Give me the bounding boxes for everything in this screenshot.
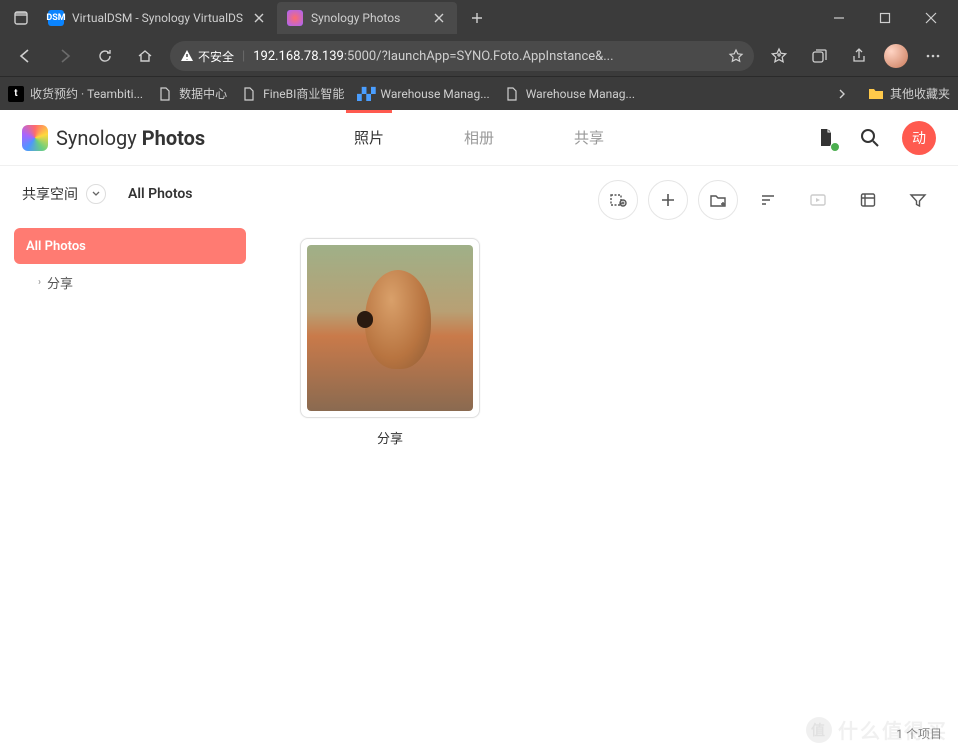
page-icon bbox=[157, 86, 173, 102]
insecure-warning[interactable]: 不安全 bbox=[180, 48, 234, 65]
tab-photos[interactable]: 照片 bbox=[346, 111, 392, 164]
favorite-icon[interactable] bbox=[728, 48, 744, 64]
address-bar-row: 不安全 | 192.168.78.139:5000/?launchApp=SYN… bbox=[0, 36, 958, 76]
url-text: 192.168.78.139:5000/?launchApp=SYNO.Foto… bbox=[253, 49, 720, 64]
bookmark-item[interactable]: Warehouse Manag... bbox=[504, 86, 635, 102]
maximize-button[interactable] bbox=[862, 2, 908, 34]
watermark-badge: 值 bbox=[806, 717, 832, 743]
bookmark-icon: t bbox=[8, 86, 24, 102]
browser-tab-synology-photos[interactable]: Synology Photos bbox=[277, 2, 457, 34]
close-tab-icon[interactable] bbox=[431, 10, 447, 26]
tab-group: DSM VirtualDSM - Synology VirtualDS Syno… bbox=[38, 0, 816, 36]
favicon-dsm: DSM bbox=[48, 10, 64, 26]
new-folder-button[interactable] bbox=[698, 180, 738, 220]
tree-root-all-photos[interactable]: All Photos bbox=[14, 228, 246, 264]
back-button[interactable] bbox=[6, 40, 44, 72]
titlebar: DSM VirtualDSM - Synology VirtualDS Syno… bbox=[0, 0, 958, 36]
tab-list-button[interactable] bbox=[4, 4, 38, 32]
caret-icon: › bbox=[38, 277, 41, 288]
bookmark-item[interactable]: ▞▞Warehouse Manag... bbox=[358, 86, 489, 102]
space-selector-label: 共享空间 bbox=[22, 184, 78, 204]
page-icon bbox=[241, 86, 257, 102]
logo-icon bbox=[22, 125, 48, 151]
thumbnail-image bbox=[307, 245, 473, 411]
share-button[interactable] bbox=[840, 40, 878, 72]
browser-tab-virtualdsm[interactable]: DSM VirtualDSM - Synology VirtualDS bbox=[38, 2, 277, 34]
bookmarks-overflow-icon[interactable] bbox=[830, 78, 854, 110]
folder-tree: All Photos › 分享 bbox=[14, 228, 246, 300]
reload-button[interactable] bbox=[86, 40, 124, 72]
menu-button[interactable] bbox=[914, 40, 952, 72]
favorites-button[interactable] bbox=[760, 40, 798, 72]
tab-title: Synology Photos bbox=[311, 11, 423, 25]
forward-button[interactable] bbox=[46, 40, 84, 72]
add-button[interactable] bbox=[648, 180, 688, 220]
sidebar: 共享空间 All Photos All Photos › 分享 bbox=[0, 166, 260, 750]
status-badge-icon bbox=[830, 142, 840, 152]
browser-chrome: DSM VirtualDSM - Synology VirtualDS Syno… bbox=[0, 0, 958, 110]
window-controls bbox=[816, 2, 954, 34]
space-selector-dropdown[interactable] bbox=[86, 184, 106, 204]
thumbnail-label: 分享 bbox=[300, 428, 480, 447]
minimize-button[interactable] bbox=[816, 2, 862, 34]
app-body: 共享空间 All Photos All Photos › 分享 bbox=[0, 166, 958, 750]
content-area: 分享 1 个项目 值 什么值得买 bbox=[260, 166, 958, 750]
wms-icon: ▞▞ bbox=[358, 86, 374, 102]
new-tab-button[interactable] bbox=[463, 4, 491, 32]
nav-tabs: 照片 相册 共享 bbox=[346, 111, 612, 164]
tab-share[interactable]: 共享 bbox=[566, 111, 612, 164]
profile-avatar[interactable] bbox=[884, 44, 908, 68]
app-logo[interactable]: Synology Photos bbox=[22, 125, 205, 151]
collections-button[interactable] bbox=[800, 40, 838, 72]
home-button[interactable] bbox=[126, 40, 164, 72]
breadcrumb[interactable]: All Photos bbox=[128, 186, 192, 202]
photo-grid: 分享 bbox=[280, 238, 938, 447]
close-tab-icon[interactable] bbox=[251, 10, 267, 26]
app-header: Synology Photos 照片 相册 共享 动 bbox=[0, 110, 958, 166]
bookmark-item[interactable]: FineBI商业智能 bbox=[241, 85, 344, 102]
bookmark-item[interactable]: t收货预约 · Teambiti... bbox=[8, 85, 143, 102]
close-window-button[interactable] bbox=[908, 2, 954, 34]
header-actions: 动 bbox=[814, 121, 936, 155]
status-bar: 1 个项目 bbox=[896, 725, 942, 742]
tree-item-share[interactable]: › 分享 bbox=[14, 264, 246, 300]
slideshow-button[interactable] bbox=[798, 180, 838, 220]
bookmark-item[interactable]: 数据中心 bbox=[157, 85, 227, 102]
upload-status-icon[interactable] bbox=[814, 126, 838, 150]
folder-thumbnail[interactable]: 分享 bbox=[300, 238, 480, 447]
filter-button[interactable] bbox=[898, 180, 938, 220]
tab-title: VirtualDSM - Synology VirtualDS bbox=[72, 11, 243, 25]
other-bookmarks[interactable]: 其他收藏夹 bbox=[868, 85, 950, 102]
view-mode-button[interactable] bbox=[848, 180, 888, 220]
synology-photos-app: Synology Photos 照片 相册 共享 动 共享空间 bbox=[0, 110, 958, 750]
page-icon bbox=[504, 86, 520, 102]
folder-icon bbox=[868, 86, 884, 102]
bookmarks-bar: t收货预约 · Teambiti... 数据中心 FineBI商业智能 ▞▞Wa… bbox=[0, 76, 958, 110]
content-toolbar bbox=[280, 180, 938, 220]
address-bar[interactable]: 不安全 | 192.168.78.139:5000/?launchApp=SYN… bbox=[170, 41, 754, 71]
tab-albums[interactable]: 相册 bbox=[456, 111, 502, 164]
favicon-photos bbox=[287, 10, 303, 26]
sort-button[interactable] bbox=[748, 180, 788, 220]
insecure-label: 不安全 bbox=[198, 48, 234, 65]
logo-text: Synology Photos bbox=[56, 126, 205, 150]
sidebar-header: 共享空间 All Photos bbox=[14, 184, 246, 204]
user-avatar[interactable]: 动 bbox=[902, 121, 936, 155]
search-icon[interactable] bbox=[858, 126, 882, 150]
thumbnail-frame bbox=[300, 238, 480, 418]
select-mode-icon[interactable] bbox=[598, 180, 638, 220]
